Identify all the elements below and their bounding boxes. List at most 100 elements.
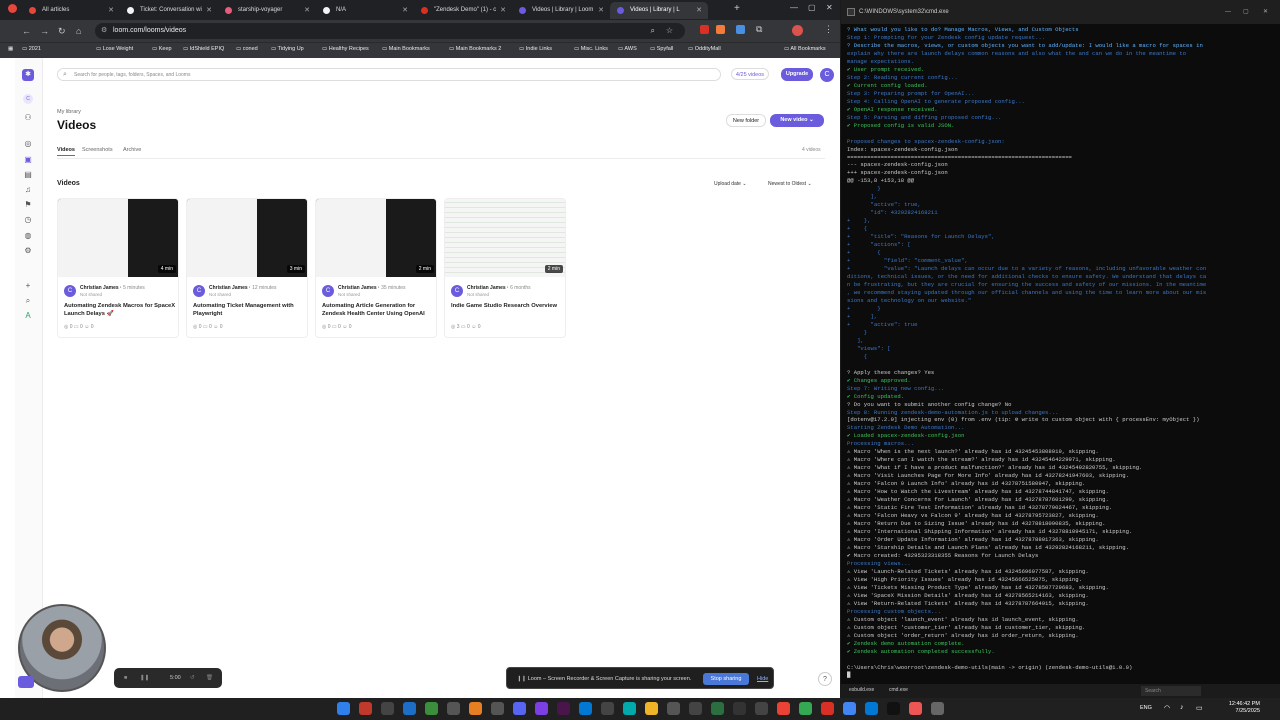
- bookmark-item[interactable]: ▭ Healthy Recipes: [322, 46, 369, 52]
- terminal-search-input[interactable]: Search: [1141, 686, 1201, 696]
- new-tab-icon[interactable]: +: [734, 3, 740, 14]
- extension-icon[interactable]: [700, 25, 709, 34]
- stop-sharing-button[interactable]: Stop sharing: [703, 673, 749, 685]
- loom-logo-icon[interactable]: ✱: [22, 69, 34, 81]
- browser-tab[interactable]: N/A ✕: [316, 2, 414, 19]
- reload-icon[interactable]: ↻: [58, 26, 66, 37]
- video-thumbnail[interactable]: 2 min: [316, 199, 436, 277]
- profile-avatar[interactable]: [792, 25, 803, 36]
- minimize-icon[interactable]: —: [1225, 0, 1231, 24]
- browser-tab[interactable]: Ticket: Conversation wi ✕: [120, 2, 218, 19]
- sort-order-dropdown[interactable]: Newest to Oldest ⌄: [768, 181, 812, 187]
- taskbar-app-icon[interactable]: [623, 702, 636, 715]
- browser-tab[interactable]: All articles ✕: [22, 2, 120, 19]
- taskbar-app-icon[interactable]: [469, 702, 482, 715]
- home-icon[interactable]: ◎: [24, 140, 32, 148]
- browser-tab[interactable]: Videos | Library | Loom ✕: [512, 2, 610, 19]
- bookmark-item[interactable]: ▭ Lose Weight: [96, 46, 133, 52]
- taskbar-app-icon[interactable]: [667, 702, 680, 715]
- video-thumbnail[interactable]: 3 min: [187, 199, 307, 277]
- close-tab-icon[interactable]: ✕: [598, 2, 604, 19]
- search-icon[interactable]: ⌕: [651, 23, 655, 39]
- volume-icon[interactable]: ♪: [1180, 704, 1184, 711]
- meetings-icon[interactable]: ▤: [24, 171, 32, 179]
- taskbar-app-icon[interactable]: [733, 702, 746, 715]
- taskbar-app-icon[interactable]: [689, 702, 702, 715]
- terminal-tab[interactable]: esbuild.exe: [849, 687, 874, 693]
- sort-by-dropdown[interactable]: Upload date ⌄: [714, 181, 747, 187]
- close-tab-icon[interactable]: ✕: [500, 2, 506, 19]
- bookmark-item[interactable]: ▭ coned: [236, 46, 258, 52]
- chrome-menu-icon[interactable]: ⋮: [824, 24, 833, 35]
- close-window-icon[interactable]: ✕: [826, 3, 833, 12]
- back-icon[interactable]: ←: [22, 26, 31, 36]
- taskbar-app-icon[interactable]: [491, 702, 504, 715]
- taskbar-app-icon[interactable]: [447, 702, 460, 715]
- taskbar-app-icon[interactable]: [381, 702, 394, 715]
- bookmark-item[interactable]: ▭ Keep: [152, 46, 172, 52]
- share-status[interactable]: Not shared: [467, 292, 489, 297]
- video-card[interactable]: 2 min C Christian James · 35 minutes Not…: [315, 198, 437, 338]
- minimize-icon[interactable]: —: [790, 3, 798, 12]
- forward-icon[interactable]: →: [40, 26, 49, 36]
- close-tab-icon[interactable]: ✕: [108, 2, 114, 19]
- maximize-icon[interactable]: ▢: [808, 3, 816, 12]
- battery-icon[interactable]: ▭: [1196, 704, 1203, 712]
- language-indicator[interactable]: ENG: [1140, 705, 1152, 711]
- bookmark-item[interactable]: ▭ Misc. Links: [574, 46, 608, 52]
- video-title[interactable]: Automating Zendesk Macros for SpaceX Lau…: [64, 302, 176, 318]
- notifications-icon[interactable]: ♫: [24, 186, 32, 194]
- settings-icon[interactable]: ⚙: [24, 247, 32, 255]
- bookmark-item[interactable]: ▭ Main Bookmarks 2: [449, 46, 501, 52]
- close-tab-icon[interactable]: ✕: [304, 2, 310, 19]
- taskbar-app-icon[interactable]: [601, 702, 614, 715]
- video-count-badge[interactable]: 4/25 videos: [731, 68, 769, 80]
- bookmark-item[interactable]: ▭ Main Bookmarks: [382, 46, 430, 52]
- help-icon[interactable]: ?: [818, 672, 832, 686]
- pause-icon[interactable]: ❚❚: [140, 668, 149, 688]
- add-user-icon[interactable]: ⚇: [24, 114, 32, 122]
- spaces-icon[interactable]: ◍: [24, 232, 32, 240]
- new-video-button[interactable]: New video ⌄: [770, 114, 824, 127]
- bookmark-item[interactable]: ▭ OddityMall: [688, 46, 721, 52]
- bookmark-star-icon[interactable]: ☆: [666, 23, 673, 39]
- close-tab-icon[interactable]: ✕: [206, 2, 212, 19]
- extension-icon[interactable]: [736, 25, 745, 34]
- windows-start-icon[interactable]: [337, 702, 350, 715]
- close-window-icon[interactable]: ✕: [1263, 0, 1268, 24]
- upgrade-button[interactable]: Upgrade: [781, 68, 813, 81]
- taskbar-app-icon[interactable]: [711, 702, 724, 715]
- share-status[interactable]: Not shared: [338, 292, 360, 297]
- bookmark-item[interactable]: ▭ AWS: [618, 46, 637, 52]
- taskbar-app-icon[interactable]: [359, 702, 372, 715]
- video-thumbnail[interactable]: 4 min: [58, 199, 178, 277]
- bookmark-item[interactable]: ▭ Indie Links: [519, 46, 552, 52]
- restart-icon[interactable]: ↺: [190, 668, 195, 688]
- file-explorer-icon[interactable]: [645, 702, 658, 715]
- taskbar-app-icon[interactable]: [755, 702, 768, 715]
- chrome-icon[interactable]: [799, 702, 812, 715]
- home-icon[interactable]: ⌂: [76, 26, 81, 36]
- extension-icon[interactable]: [716, 25, 725, 34]
- browser-tab[interactable]: "Zendesk Demo" (1) - c ✕: [414, 2, 512, 19]
- search-icon[interactable]: ⌕: [24, 297, 32, 305]
- browser-tab[interactable]: starship-voyager ✕: [218, 2, 316, 19]
- share-status[interactable]: Not shared: [209, 292, 231, 297]
- video-thumbnail[interactable]: 2 min: [445, 199, 565, 277]
- hide-link[interactable]: Hide: [757, 668, 768, 690]
- close-tab-icon[interactable]: ✕: [696, 2, 702, 19]
- terminal-output[interactable]: ? What would you like to do? Manage Macr…: [847, 26, 1277, 686]
- site-info-icon[interactable]: ⚙: [101, 23, 107, 39]
- terminal-icon[interactable]: [887, 702, 900, 715]
- chrome-profile-icon[interactable]: [8, 4, 17, 13]
- browser-tab-active[interactable]: Videos | Library | L ✕: [610, 2, 708, 19]
- vscode-icon[interactable]: [865, 702, 878, 715]
- bookmarks-icon[interactable]: ⚑: [24, 201, 32, 209]
- library-icon[interactable]: ▣: [24, 156, 32, 164]
- close-tab-icon[interactable]: ✕: [402, 2, 408, 19]
- bookmark-item[interactable]: ▭ Spyfall: [650, 46, 673, 52]
- video-card[interactable]: 4 min C Christian James · 5 minutes Not …: [57, 198, 179, 338]
- settings-icon[interactable]: [931, 702, 944, 715]
- system-clock[interactable]: 12:46:42 PM 7/25/2025: [1229, 701, 1260, 715]
- maximize-icon[interactable]: ▢: [1243, 0, 1249, 24]
